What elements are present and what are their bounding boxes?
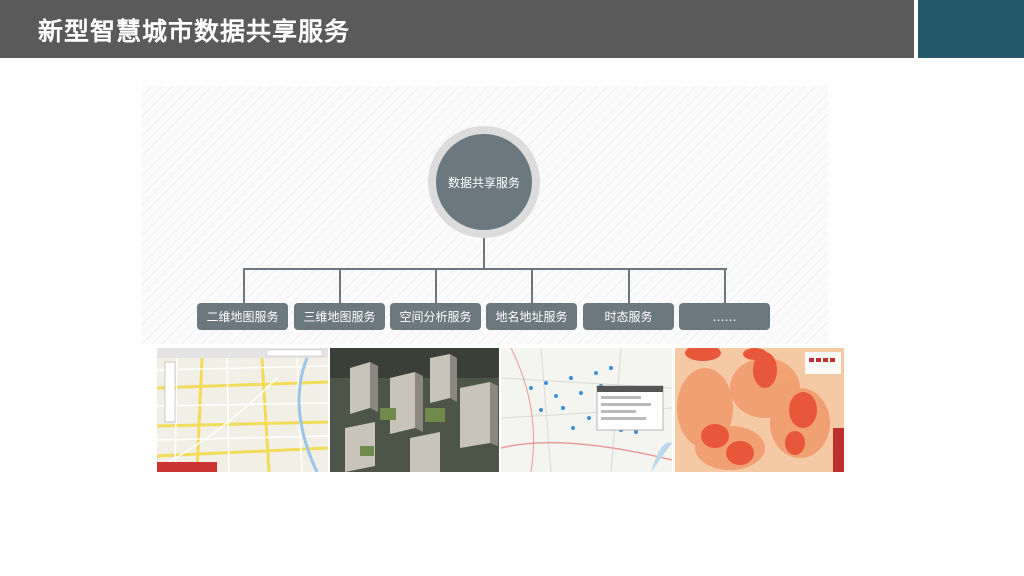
service-label: 三维地图服务 xyxy=(303,310,376,324)
branch-line xyxy=(243,268,245,303)
3d-city-screenshot xyxy=(330,348,499,472)
hub-label: 数据共享服务 xyxy=(447,175,520,190)
branch-line xyxy=(724,268,726,303)
service-label: 二维地图服务 xyxy=(206,310,279,324)
service-node-2d-map: 二维地图服务 xyxy=(197,303,288,330)
page-title: 新型智慧城市数据共享服务 xyxy=(38,17,351,46)
service-node-more: …… xyxy=(679,303,770,330)
service-label: 时态服务 xyxy=(604,310,653,324)
service-node-spatial-analysis: 空间分析服务 xyxy=(390,303,481,330)
bus-line xyxy=(243,268,727,270)
hub-node: 数据共享服务 xyxy=(436,134,532,230)
trunk-line xyxy=(483,238,485,269)
service-label: 地名地址服务 xyxy=(495,310,568,324)
service-label: 空间分析服务 xyxy=(399,310,472,324)
branch-line xyxy=(435,268,437,303)
heatmap-screenshot xyxy=(675,348,844,472)
branch-line xyxy=(339,268,341,303)
service-node-temporal: 时态服务 xyxy=(583,303,674,330)
2d-map-screenshot xyxy=(157,348,328,472)
service-label: …… xyxy=(712,309,737,324)
header-bar: 新型智慧城市数据共享服务 xyxy=(0,0,914,58)
branch-line xyxy=(628,268,630,303)
spatial-analysis-screenshot xyxy=(501,348,672,472)
service-node-3d-map: 三维地图服务 xyxy=(294,303,385,330)
header-accent-block xyxy=(918,0,1024,58)
branch-line xyxy=(531,268,533,303)
service-node-geocoding: 地名地址服务 xyxy=(486,303,577,330)
